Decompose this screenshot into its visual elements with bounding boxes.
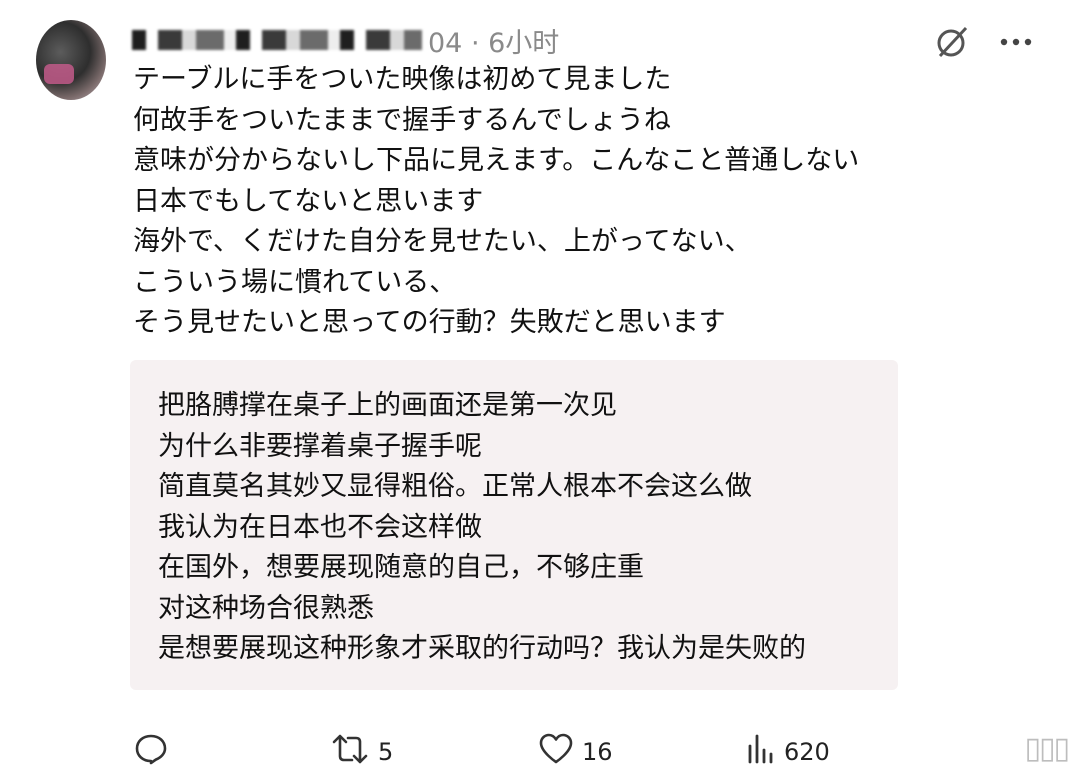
repost-count: 5 xyxy=(378,738,394,766)
reply-button[interactable] xyxy=(134,732,168,772)
like-count: 16 xyxy=(582,738,613,766)
grok-icon[interactable] xyxy=(934,24,970,60)
watermark: ▯▯▯ xyxy=(1024,731,1070,766)
post-body: テーブルに手をついた映像は初めて見ました 何故手をついたままで握手するんでしょう… xyxy=(133,60,859,344)
translation-line: 对这种场合很熟悉 xyxy=(158,592,374,624)
translation-body: 把胳膊撑在桌子上的画面还是第一次见 为什么非要撑着桌子握手呢 简直莫名其妙又显得… xyxy=(158,386,806,670)
post-line: 何故手をついたままで握手するんでしょうね xyxy=(133,104,671,136)
reply-icon xyxy=(134,732,168,772)
translation-box: 把胳膊撑在桌子上的画面还是第一次见 为什么非要撑着桌子握手呢 简直莫名其妙又显得… xyxy=(130,360,898,690)
post-line: 意味が分からないし下品に見えます。こんなこと普通しない xyxy=(133,145,860,176)
views-icon xyxy=(746,732,776,772)
more-icon[interactable] xyxy=(1000,37,1032,47)
translation-line: 是想要展现这种形象才采取的行动吗？我认为是失败的 xyxy=(158,633,806,664)
translation-line: 把胳膊撑在桌子上的画面还是第一次见 xyxy=(158,390,617,421)
translation-line: 在国外，想要展现随意的自己，不够庄重 xyxy=(158,552,644,583)
post-line: 日本でもしてないと思います xyxy=(133,185,484,217)
post-line: こういう場に慣れている、 xyxy=(133,266,457,298)
timestamp: 04 · 6小时 xyxy=(428,27,560,59)
views-count: 620 xyxy=(784,738,830,766)
repost-icon xyxy=(330,732,370,772)
views-button[interactable]: 620 xyxy=(746,732,830,772)
like-button[interactable]: 16 xyxy=(538,732,613,772)
translation-line: 简直莫名其妙又显得粗俗。正常人根本不会这么做 xyxy=(158,471,752,502)
post-line: テーブルに手をついた映像は初めて見ました xyxy=(133,64,672,95)
repost-button[interactable]: 5 xyxy=(330,732,393,772)
like-icon xyxy=(538,732,574,772)
translation-line: 为什么非要撑着桌子握手呢 xyxy=(158,430,482,462)
post-header: 04 · 6小时 xyxy=(132,22,560,59)
post-line: 海外で、くだけた自分を見せたい、上がってない、 xyxy=(133,226,752,257)
post-menu-area xyxy=(934,24,1032,60)
avatar-image-detail xyxy=(44,64,74,84)
action-bar: 5 16 620 xyxy=(132,732,1052,776)
username-blurred[interactable] xyxy=(132,30,422,50)
avatar[interactable] xyxy=(36,20,106,100)
post-line: そう見せたいと思っての行動？失敗だと思います xyxy=(133,307,726,338)
translation-line: 我认为在日本也不会这样做 xyxy=(158,511,482,543)
